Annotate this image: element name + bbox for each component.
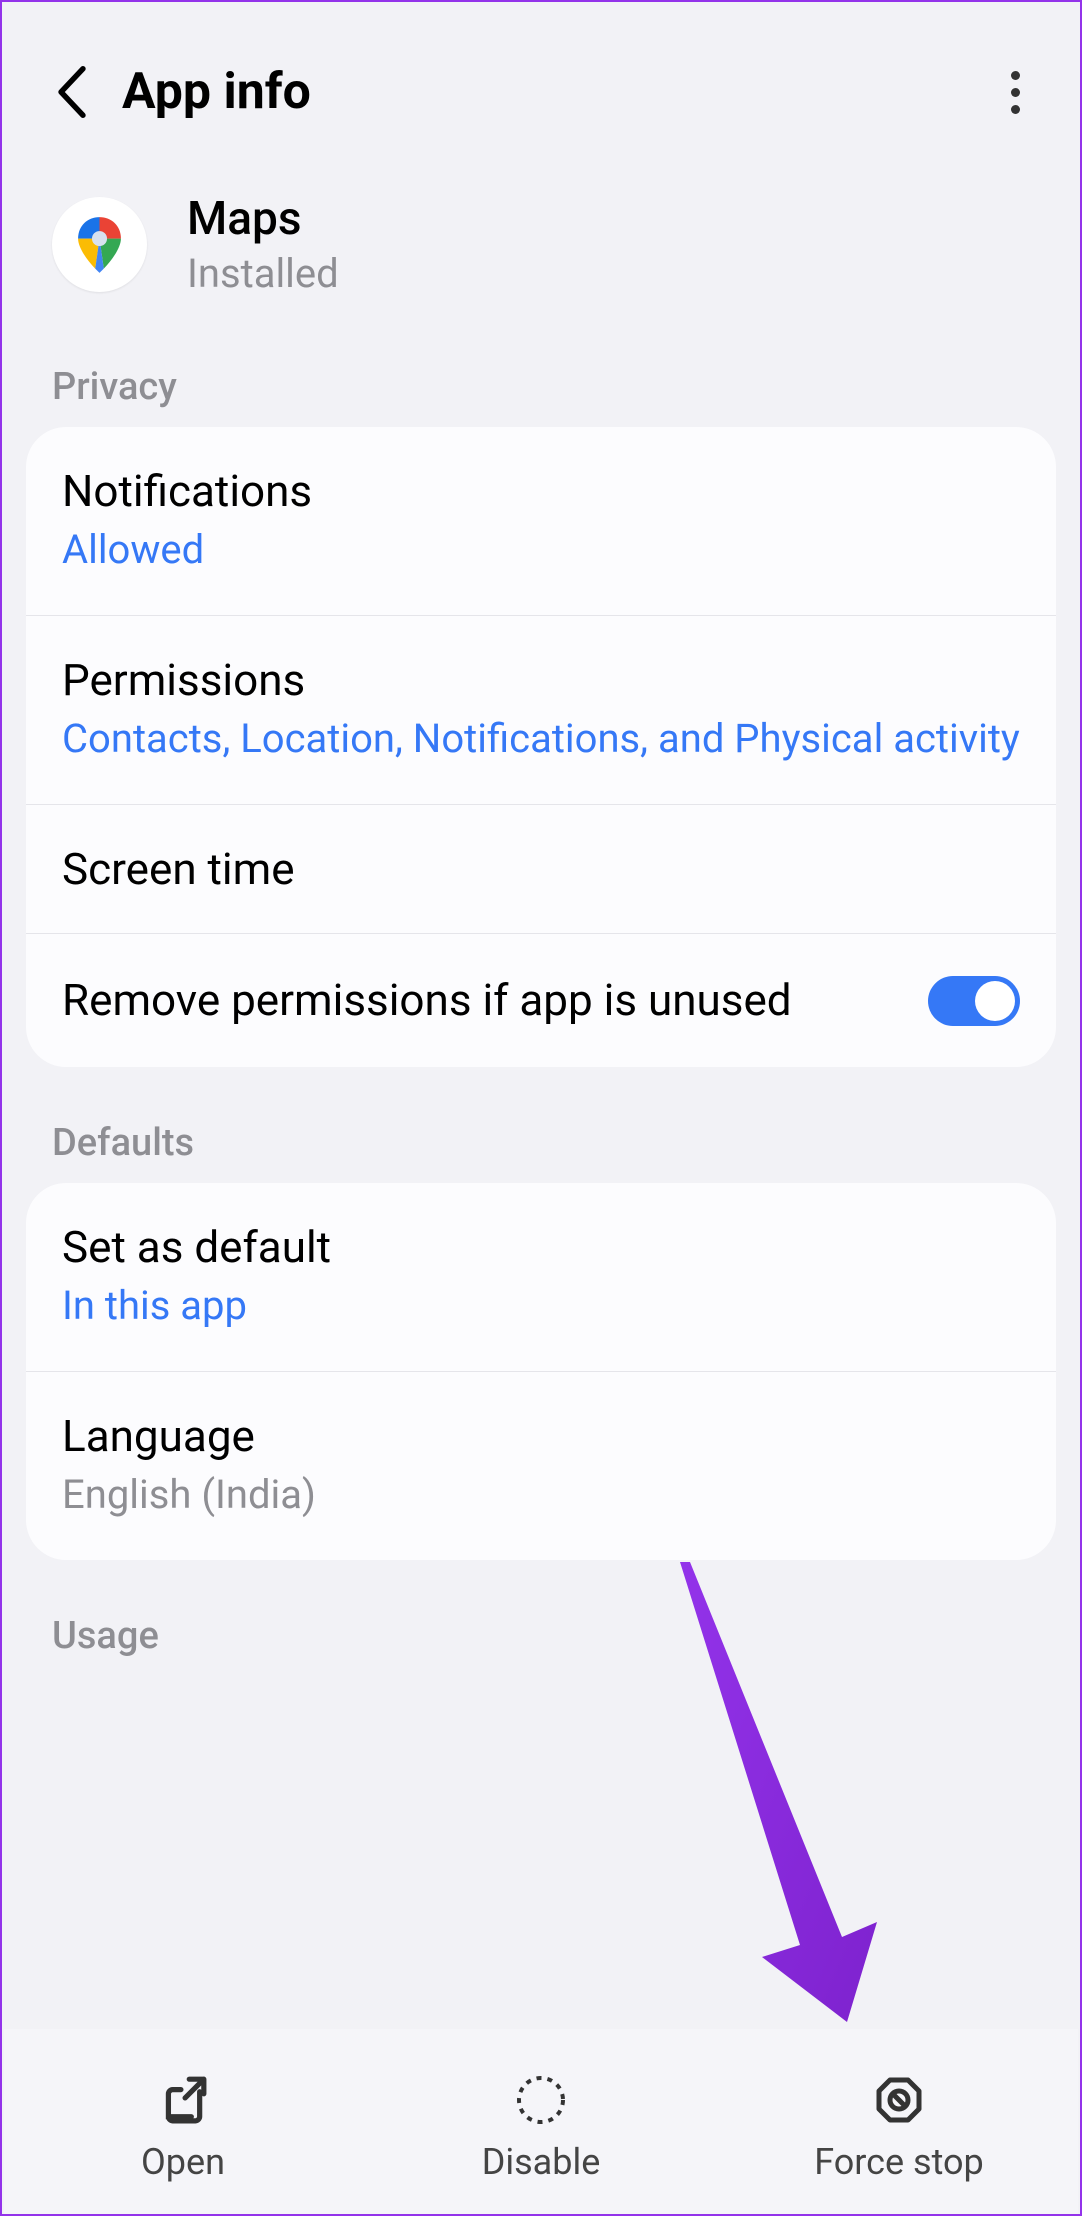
- disable-icon: [512, 2071, 570, 2129]
- open-icon: [154, 2071, 212, 2129]
- section-header-privacy: Privacy: [2, 347, 1080, 427]
- back-chevron-icon: [55, 66, 89, 118]
- row-language[interactable]: Language English (India): [26, 1372, 1056, 1560]
- row-screen-time[interactable]: Screen time: [26, 805, 1056, 934]
- bottom-nav: Open Disable Force stop: [4, 2029, 1078, 2214]
- notifications-value: Allowed: [62, 523, 1020, 577]
- more-options-button[interactable]: [990, 62, 1040, 122]
- row-notifications[interactable]: Notifications Allowed: [26, 427, 1056, 616]
- nav-disable-label: Disable: [482, 2141, 601, 2183]
- page-title: App info: [122, 63, 311, 121]
- app-install-status: Installed: [187, 250, 339, 297]
- nav-force-stop-button[interactable]: Force stop: [722, 2071, 1076, 2183]
- remove-permissions-toggle[interactable]: [928, 976, 1020, 1026]
- force-stop-icon: [870, 2071, 928, 2129]
- defaults-card: Set as default In this app Language Engl…: [26, 1183, 1056, 1560]
- app-name: Maps: [187, 192, 339, 246]
- set-default-value: In this app: [62, 1279, 1020, 1333]
- more-vertical-icon: [1011, 71, 1020, 80]
- row-remove-permissions[interactable]: Remove permissions if app is unused: [26, 934, 1056, 1067]
- row-permissions[interactable]: Permissions Contacts, Location, Notifica…: [26, 616, 1056, 805]
- permissions-value: Contacts, Location, Notifications, and P…: [62, 712, 1020, 766]
- section-header-usage: Usage: [2, 1596, 1080, 1676]
- back-button[interactable]: [42, 62, 102, 122]
- nav-disable-button[interactable]: Disable: [364, 2071, 718, 2183]
- nav-open-label: Open: [141, 2141, 225, 2183]
- nav-force-stop-label: Force stop: [814, 2141, 984, 2183]
- permissions-title: Permissions: [62, 654, 1020, 706]
- language-title: Language: [62, 1410, 1020, 1462]
- set-default-title: Set as default: [62, 1221, 1020, 1273]
- privacy-card: Notifications Allowed Permissions Contac…: [26, 427, 1056, 1067]
- nav-open-button[interactable]: Open: [6, 2071, 360, 2183]
- language-value: English (India): [62, 1468, 1020, 1522]
- section-header-defaults: Defaults: [2, 1103, 1080, 1183]
- row-set-as-default[interactable]: Set as default In this app: [26, 1183, 1056, 1372]
- app-icon-maps: [52, 197, 147, 292]
- remove-permissions-title: Remove permissions if app is unused: [62, 972, 898, 1029]
- notifications-title: Notifications: [62, 465, 1020, 517]
- screen-time-title: Screen time: [62, 843, 1020, 895]
